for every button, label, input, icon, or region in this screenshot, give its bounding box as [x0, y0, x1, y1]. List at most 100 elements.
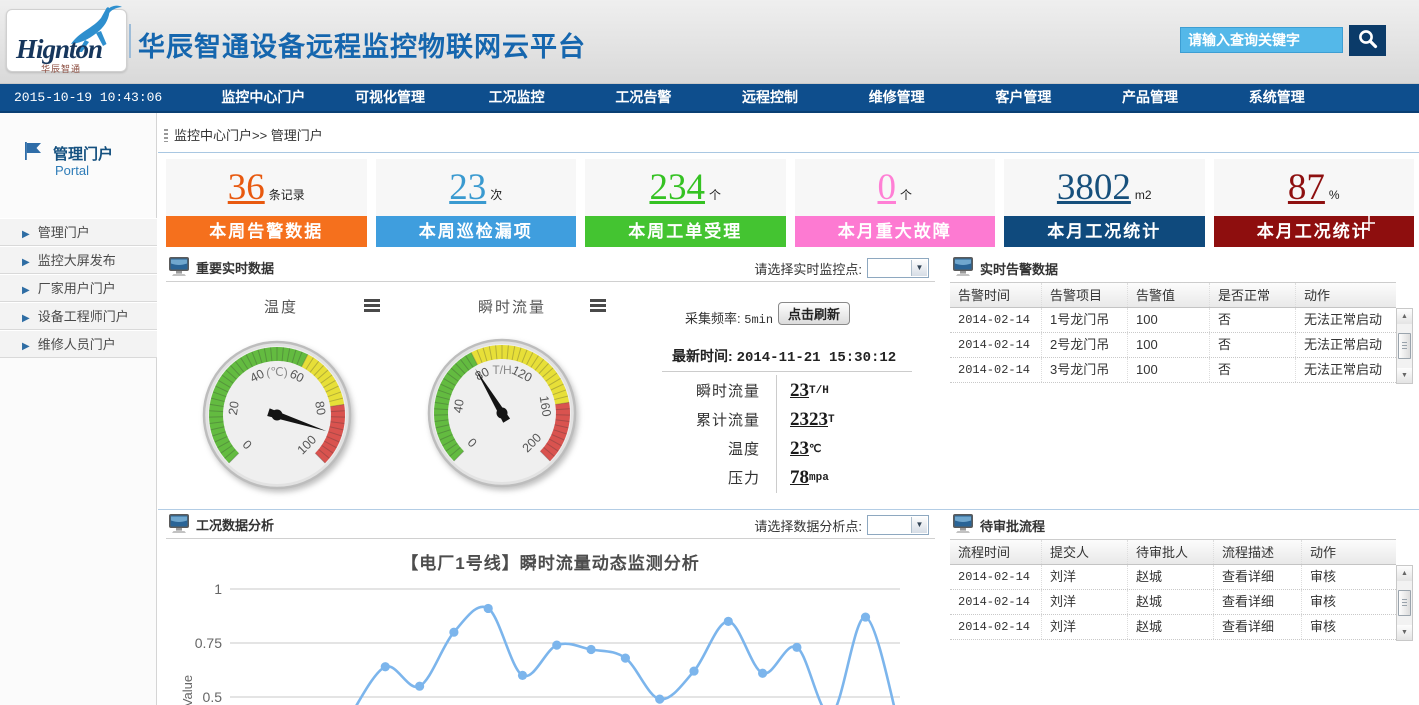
- breadcrumb-icon: [164, 129, 168, 142]
- search-icon: [1356, 27, 1380, 51]
- alarm-table: 告警时间告警项目告警值是否正常动作2014-02-141号龙门吊100否无法正常…: [950, 282, 1396, 383]
- table-cell: 否: [1210, 308, 1296, 332]
- table-cell: 无法正常启动: [1296, 308, 1396, 332]
- reading-row: 压力78mpa: [636, 463, 916, 492]
- gauge-menu-icon[interactable]: [590, 299, 606, 312]
- svg-text:0.5: 0.5: [203, 689, 223, 705]
- svg-text:T/H: T/H: [492, 363, 511, 377]
- table-cell: 2号龙门吊: [1042, 333, 1128, 357]
- stat-label: 本周告警数据: [166, 216, 367, 247]
- nav-item[interactable]: 工况监控: [453, 84, 580, 111]
- monitor-icon: [952, 256, 974, 280]
- column-header: 流程描述: [1214, 540, 1302, 564]
- table-row: 2014-02-14刘洋赵城查看详细审核: [950, 565, 1396, 590]
- approval-table: 流程时间提交人待审批人流程描述动作2014-02-14刘洋赵城查看详细审核201…: [950, 539, 1396, 640]
- monitor-icon: [168, 256, 190, 280]
- table-cell: 否: [1210, 358, 1296, 382]
- table-cell: 否: [1210, 333, 1296, 357]
- stat-card[interactable]: 3802m2本月工况统计: [1004, 159, 1205, 247]
- stat-card[interactable]: 23次本周巡检漏项: [376, 159, 577, 247]
- select-label: 请选择实时监控点:: [754, 259, 862, 278]
- table-cell: 审核: [1302, 565, 1396, 589]
- scroll-down-icon[interactable]: ▼: [1397, 625, 1412, 640]
- approval-table-scrollbar[interactable]: ▲ ▼: [1396, 565, 1413, 641]
- stat-card[interactable]: 36条记录本周告警数据: [166, 159, 367, 247]
- reading-row: 温度23℃: [636, 434, 916, 463]
- breadcrumb: 监控中心门户>> 管理门户: [164, 125, 323, 145]
- nav-item[interactable]: 监控中心门户: [200, 84, 327, 111]
- scroll-up-icon[interactable]: ▲: [1397, 566, 1412, 581]
- chevron-right-icon: ▶: [22, 229, 30, 240]
- column-header: 告警项目: [1042, 283, 1128, 307]
- table-cell: 赵城: [1128, 590, 1214, 614]
- monitor-icon: [952, 513, 974, 537]
- chevron-right-icon: ▶: [22, 313, 30, 324]
- sidebar-menu: ▶管理门户▶监控大屏发布▶厂家用户门户▶设备工程师门户▶维修人员门户: [0, 218, 157, 358]
- stat-card[interactable]: 0个本月重大故障: [795, 159, 996, 247]
- table-cell: 2014-02-14: [950, 565, 1042, 589]
- analysis-point-select[interactable]: ▼: [867, 515, 929, 535]
- scroll-up-icon[interactable]: ▲: [1397, 309, 1412, 324]
- stat-value: 87: [1288, 169, 1325, 206]
- nav-item[interactable]: 远程控制: [707, 84, 834, 111]
- divider: [158, 509, 1419, 510]
- svg-text:0.75: 0.75: [195, 635, 222, 651]
- realtime-point-select[interactable]: ▼: [867, 258, 929, 278]
- table-row: 2014-02-141号龙门吊100否无法正常启动: [950, 308, 1396, 333]
- svg-text:40: 40: [451, 398, 467, 414]
- svg-text:Value: Value: [180, 675, 195, 705]
- stat-unit: 个: [709, 186, 721, 203]
- table-cell: 1号龙门吊: [1042, 308, 1128, 332]
- stat-card[interactable]: 234个本周工单受理: [585, 159, 786, 247]
- nav-item[interactable]: 可视化管理: [327, 84, 454, 111]
- gauge-title-flow: 瞬时流量: [478, 296, 546, 317]
- reading-value: 78: [790, 467, 809, 489]
- nav-item[interactable]: 客户管理: [960, 84, 1087, 111]
- svg-text:80: 80: [312, 400, 328, 416]
- column-header: 提交人: [1042, 540, 1128, 564]
- nav-item[interactable]: 系统管理: [1213, 84, 1340, 111]
- latest-time: 最新时间: 2014-11-21 15:30:12: [672, 346, 896, 366]
- stat-label: 本月工况统计: [1214, 216, 1415, 247]
- svg-text:(℃): (℃): [266, 365, 287, 379]
- sidebar-item[interactable]: ▶设备工程师门户: [0, 302, 157, 330]
- table-cell: 无法正常启动: [1296, 358, 1396, 382]
- nav-item[interactable]: 产品管理: [1087, 84, 1214, 111]
- table-header-row: 告警时间告警项目告警值是否正常动作: [950, 282, 1396, 308]
- search-button[interactable]: [1349, 25, 1386, 56]
- search-input[interactable]: [1180, 27, 1343, 53]
- column-header: 待审批人: [1128, 540, 1214, 564]
- stat-value: 3802: [1057, 169, 1131, 206]
- nav-item[interactable]: 工况告警: [580, 84, 707, 111]
- table-cell: 刘洋: [1042, 565, 1128, 589]
- approval-panel: 待审批流程 流程时间提交人待审批人流程描述动作2014-02-14刘洋赵城查看详…: [950, 511, 1413, 705]
- readings-list: 瞬时流量23T/H累计流量2323T温度23℃压力78mpa: [636, 376, 916, 492]
- scrollbar-thumb[interactable]: [1398, 590, 1411, 616]
- gauge-menu-icon[interactable]: [364, 299, 380, 312]
- sidebar-item[interactable]: ▶维修人员门户: [0, 330, 157, 358]
- app-root: Hignton 华辰智通 华辰智通设备远程监控物联网云平台 2015-10-19…: [0, 0, 1419, 705]
- stat-card[interactable]: 87%本月工况统计: [1214, 159, 1415, 247]
- flag-icon: [22, 140, 44, 162]
- logo[interactable]: Hignton 华辰智通: [6, 9, 127, 72]
- sidebar-item[interactable]: ▶厂家用户门户: [0, 274, 157, 302]
- stat-label: 本月重大故障: [795, 216, 996, 247]
- sidebar-item[interactable]: ▶监控大屏发布: [0, 246, 157, 274]
- stat-cards-row: 36条记录本周告警数据23次本周巡检漏项234个本周工单受理0个本月重大故障38…: [166, 159, 1414, 247]
- table-cell: 赵城: [1128, 615, 1214, 639]
- select-label: 请选择数据分析点:: [754, 516, 862, 535]
- stat-value: 234: [649, 169, 705, 206]
- analysis-panel: 工况数据分析 请选择数据分析点: ▼ 【电厂1号线】瞬时流量动态监测分析 10.…: [166, 511, 935, 705]
- monitor-icon: [168, 513, 190, 537]
- sidebar-item[interactable]: ▶管理门户: [0, 218, 157, 246]
- main-nav: 2015-10-19 10:43:06 监控中心门户可视化管理工况监控工况告警远…: [0, 84, 1419, 113]
- refresh-button[interactable]: 点击刷新: [778, 302, 850, 325]
- stat-value: 0: [877, 169, 896, 206]
- scroll-down-icon[interactable]: ▼: [1397, 368, 1412, 383]
- stat-unit: 次: [490, 186, 502, 203]
- nav-item[interactable]: 维修管理: [833, 84, 960, 111]
- table-cell: 2014-02-14: [950, 333, 1042, 357]
- table-cell: 100: [1128, 358, 1210, 382]
- scrollbar-thumb[interactable]: [1398, 333, 1411, 359]
- alarm-table-scrollbar[interactable]: ▲ ▼: [1396, 308, 1413, 384]
